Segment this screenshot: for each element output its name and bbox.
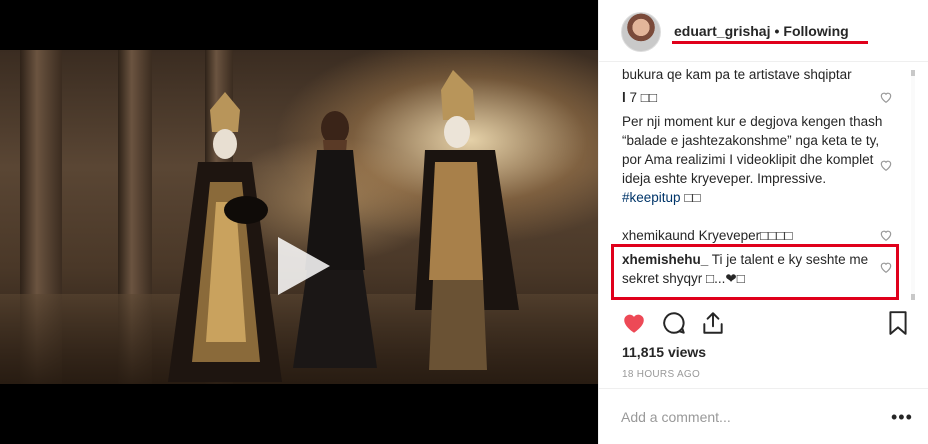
- action-bar: [599, 303, 928, 343]
- post-header: eduart_grishaj • Following: [599, 0, 928, 62]
- comment-composer: Add a comment... •••: [599, 388, 928, 444]
- comment-item: l 7 □□: [622, 88, 884, 107]
- comment-user[interactable]: xhemikaund: [622, 228, 695, 243]
- comment-text: 7 □□: [629, 90, 658, 105]
- like-comment-icon[interactable]: [879, 228, 893, 242]
- masked-figure-right: [415, 70, 519, 370]
- comment-user[interactable]: l: [622, 90, 626, 105]
- post-sidebar: eduart_grishaj • Following bukura qe kam p…: [598, 0, 928, 444]
- post-media: [0, 0, 598, 444]
- like-comment-icon[interactable]: [879, 158, 893, 172]
- comment-icon[interactable]: [661, 310, 687, 336]
- view-count[interactable]: 11,815 views: [622, 344, 706, 360]
- comment-scrollbar[interactable]: [911, 70, 915, 300]
- comment-item: xhemikaund Kryeveper□□□□: [622, 226, 884, 245]
- following-button[interactable]: Following: [783, 23, 848, 39]
- bookmark-icon[interactable]: [885, 310, 911, 336]
- separator: •: [774, 23, 780, 39]
- comment-item: Per nji moment kur e degjova kengen thas…: [622, 112, 884, 207]
- annotation-underline: [672, 41, 868, 44]
- more-options-icon[interactable]: •••: [891, 407, 913, 428]
- like-comment-icon[interactable]: [879, 90, 893, 104]
- comment-text: Per nji moment kur e degjova kengen thas…: [622, 114, 883, 186]
- add-comment-input[interactable]: Add a comment...: [621, 409, 731, 425]
- comment-text: Kryeveper□□□□: [698, 228, 793, 243]
- play-icon[interactable]: [268, 233, 334, 299]
- share-icon[interactable]: [700, 310, 726, 336]
- comment-text: bukura qe kam pa te artistave shqiptar: [622, 67, 852, 82]
- username-link[interactable]: eduart_grishaj: [674, 23, 770, 39]
- heart-filled-icon[interactable]: [621, 310, 647, 336]
- comment-suffix: □□: [684, 190, 701, 205]
- header-text: eduart_grishaj • Following: [674, 23, 849, 39]
- annotation-box: [611, 244, 899, 300]
- video-player[interactable]: [0, 50, 598, 384]
- comment-item: bukura qe kam pa te artistave shqiptar: [622, 65, 884, 84]
- hashtag-link[interactable]: #keepitup: [622, 190, 681, 205]
- avatar[interactable]: [621, 12, 661, 52]
- post-timestamp: 18 HOURS AGO: [622, 369, 701, 380]
